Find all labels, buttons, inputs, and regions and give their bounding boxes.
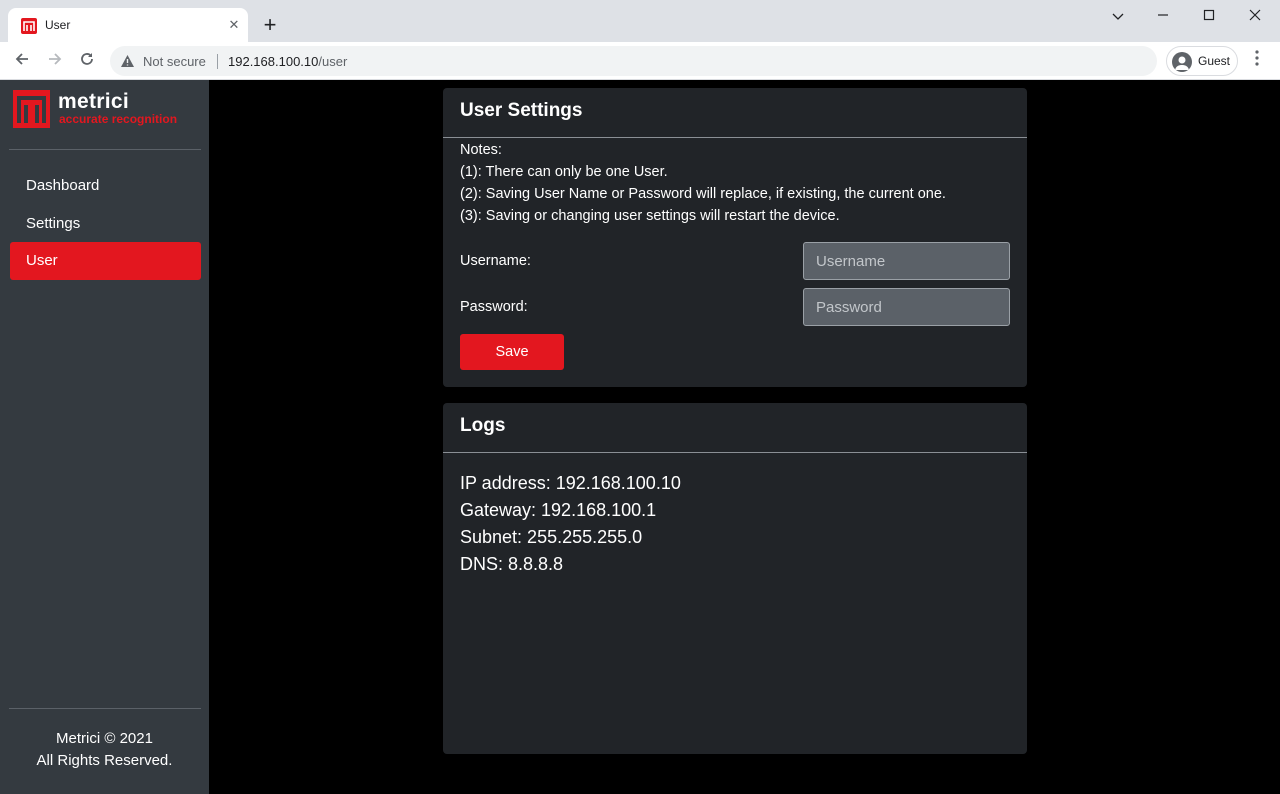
log-line-gateway: Gateway: 192.168.100.1 <box>460 500 657 520</box>
note-line: (3): Saving or changing user settings wi… <box>460 208 840 224</box>
card-title: User Settings <box>460 100 583 121</box>
sidebar-item-user[interactable]: User <box>10 242 201 280</box>
card-title: Logs <box>460 415 506 436</box>
username-label: Username: <box>460 253 531 269</box>
app-favicon <box>21 18 37 34</box>
sidebar-item-dashboard[interactable]: Dashboard <box>10 167 201 205</box>
sidebar-footer-divider <box>9 708 201 709</box>
security-label[interactable]: Not secure <box>143 54 206 69</box>
logo-name: metrici <box>58 90 129 113</box>
sidebar: metrici accurate recognition Dashboard S… <box>0 80 209 794</box>
password-field[interactable] <box>803 288 1010 326</box>
username-field[interactable] <box>803 242 1010 280</box>
note-line: (2): Saving User Name or Password will r… <box>460 186 946 202</box>
logo-mark <box>13 90 50 128</box>
sidebar-divider <box>9 149 201 150</box>
note-line: (1): There can only be one User. <box>460 164 668 180</box>
omnibox-divider <box>217 54 218 69</box>
warning-icon[interactable] <box>120 54 135 73</box>
profile-button[interactable]: Guest <box>1166 46 1238 76</box>
close-icon[interactable]: ✕ <box>226 17 242 33</box>
url-path: /user <box>318 54 348 69</box>
maximize-icon[interactable] <box>1199 6 1219 26</box>
plus-icon[interactable]: + <box>259 14 281 37</box>
copyright-text: Metrici © 2021 <box>56 730 153 747</box>
log-line-dns: DNS: 8.8.8.8 <box>460 554 564 574</box>
sidebar-item-settings[interactable]: Settings <box>10 205 201 243</box>
card-divider <box>443 137 1027 138</box>
url-text[interactable]: 192.168.100.10/user <box>228 54 347 69</box>
close-window-icon[interactable] <box>1245 6 1265 26</box>
browser-toolbar: Not secure 192.168.100.10/user Guest <box>0 42 1280 80</box>
rights-text: All Rights Reserved. <box>36 752 173 769</box>
tab-title: User <box>45 18 71 32</box>
notes-heading: Notes: <box>460 142 502 158</box>
log-line-ip: IP address: 192.168.100.10 <box>460 473 681 493</box>
forward-icon[interactable] <box>44 50 66 72</box>
user-settings-card: User Settings Notes: (1): There can only… <box>443 88 1027 387</box>
save-button[interactable]: Save <box>460 334 564 370</box>
avatar-icon <box>1172 52 1192 72</box>
logs-card: Logs IP address: 192.168.100.10 Gateway:… <box>443 403 1027 754</box>
browser-tab[interactable]: User ✕ <box>8 8 248 42</box>
profile-label: Guest <box>1198 54 1231 68</box>
back-icon[interactable] <box>11 50 33 72</box>
logo-tagline: accurate recognition <box>59 112 178 126</box>
chevron-down-icon[interactable] <box>1108 6 1128 26</box>
address-bar[interactable]: Not secure 192.168.100.10/user <box>110 46 1157 76</box>
card-divider <box>443 452 1027 453</box>
log-line-subnet: Subnet: 255.255.255.0 <box>460 527 643 547</box>
kebab-menu-icon[interactable] <box>1250 50 1264 72</box>
browser-tabstrip: User ✕ + <box>0 0 1280 42</box>
password-label: Password: <box>460 299 528 315</box>
url-host: 192.168.100.10 <box>228 54 319 69</box>
logo[interactable]: metrici accurate recognition <box>13 90 203 130</box>
minimize-icon[interactable] <box>1153 6 1173 26</box>
reload-icon[interactable] <box>76 50 98 72</box>
sidebar-footer: Metrici © 2021 All Rights Reserved. <box>0 728 209 772</box>
